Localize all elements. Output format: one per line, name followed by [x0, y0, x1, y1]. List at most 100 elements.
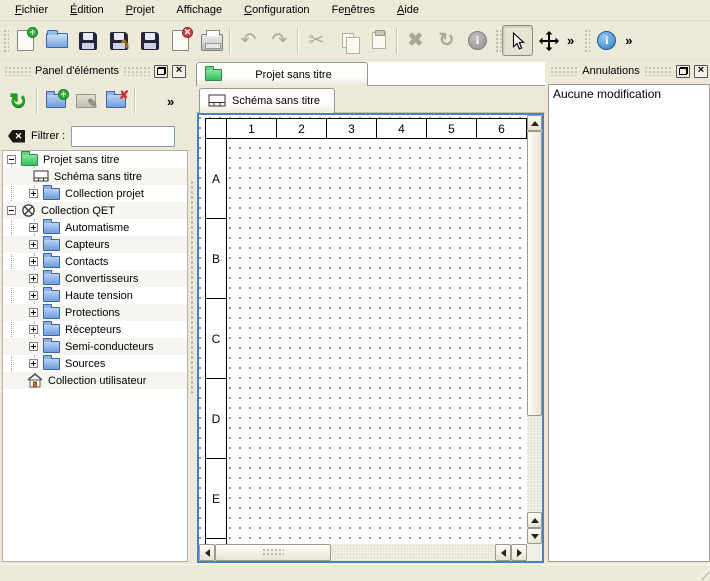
titlebar-texture: [644, 66, 672, 76]
grid-column-header: 6: [476, 118, 527, 139]
scroll-up-button-2[interactable]: [527, 512, 542, 528]
open-project-button[interactable]: [41, 25, 72, 56]
scroll-up-button[interactable]: [527, 115, 542, 131]
close-panel-button[interactable]: ×: [694, 65, 708, 78]
redo-button[interactable]: ↷: [264, 25, 295, 56]
expand-icon[interactable]: [29, 274, 38, 283]
vertical-scrollbar[interactable]: [527, 115, 542, 544]
paste-button[interactable]: [363, 25, 394, 56]
expand-icon[interactable]: [29, 325, 38, 334]
open-folder-icon: [46, 33, 68, 48]
scroll-left-button[interactable]: [199, 544, 215, 561]
save-as-button[interactable]: ✎: [103, 25, 134, 56]
undo-button[interactable]: ↶: [233, 25, 264, 56]
tree-item-projet-sans-titre[interactable]: Projet sans titre: [3, 151, 187, 168]
clear-filter-icon[interactable]: ✕: [8, 130, 25, 143]
menu-edition[interactable]: Édition: [59, 2, 115, 18]
menu-projet[interactable]: Projet: [115, 2, 166, 18]
rotate-button[interactable]: ↻: [431, 25, 462, 56]
tree-item-collection-qet[interactable]: Collection QET: [3, 202, 187, 219]
close-file-button[interactable]: ✕: [165, 25, 196, 56]
reload-collections-button[interactable]: ↻: [4, 86, 32, 116]
expand-icon[interactable]: [29, 308, 38, 317]
pan-mode-button[interactable]: [533, 25, 564, 56]
left-splitter[interactable]: [189, 62, 196, 562]
tree-item-semi-conducteurs[interactable]: Semi-conducteurs: [3, 338, 187, 355]
new-document-button[interactable]: +: [10, 25, 41, 56]
left-arrow-icon: [501, 549, 506, 557]
float-panel-button[interactable]: [154, 65, 168, 78]
undo-history-list[interactable]: Aucune modification: [548, 84, 710, 562]
tree-item-recepteurs[interactable]: Récepteurs: [3, 321, 187, 338]
horizontal-scrollbar[interactable]: [199, 544, 527, 561]
expand-icon[interactable]: [29, 359, 38, 368]
delete-category-button[interactable]: ✘: [102, 86, 130, 116]
red-x-icon: ✘: [119, 88, 129, 102]
collapse-icon[interactable]: [7, 206, 16, 215]
toolbar-drag-handle[interactable]: [583, 28, 590, 54]
new-category-button[interactable]: +: [42, 86, 70, 116]
copy-button[interactable]: [332, 25, 363, 56]
tree-item-automatisme[interactable]: Automatisme: [3, 219, 187, 236]
float-panel-button[interactable]: [676, 65, 690, 78]
resize-grip[interactable]: [696, 567, 709, 580]
close-panel-button[interactable]: ×: [172, 65, 186, 78]
tab-schema-sans-titre[interactable]: Schéma sans titre: [199, 88, 335, 113]
schema-icon: [33, 170, 49, 183]
scroll-down-button[interactable]: [527, 528, 542, 544]
vertical-scrollbar-thumb[interactable]: [527, 131, 542, 416]
undo-panel-titlebar[interactable]: Annulations ×: [548, 62, 710, 80]
tree-item-capteurs[interactable]: Capteurs: [3, 236, 187, 253]
splitter-handle: [190, 180, 195, 395]
horizontal-scrollbar-thumb[interactable]: [215, 544, 331, 561]
close-icon: ×: [176, 65, 182, 76]
menu-fichier[interactable]: Fichier: [4, 2, 59, 18]
expand-icon[interactable]: [29, 257, 38, 266]
home-icon: [27, 373, 43, 388]
tree-item-convertisseurs[interactable]: Convertisseurs: [3, 270, 187, 287]
expand-icon[interactable]: [29, 223, 38, 232]
expand-icon[interactable]: [29, 189, 38, 198]
tree-item-collection-utilisateur[interactable]: Collection utilisateur: [3, 372, 187, 389]
toolbar-overflow-chevron[interactable]: »: [622, 33, 635, 48]
toolbar-drag-handle[interactable]: [2, 28, 9, 54]
print-button[interactable]: [196, 25, 227, 56]
tree-item-contacts[interactable]: Contacts: [3, 253, 187, 270]
tree-item-sources[interactable]: Sources: [3, 355, 187, 372]
toolbar-overflow-chevron[interactable]: »: [564, 33, 577, 48]
panel-overflow-chevron[interactable]: »: [164, 94, 177, 109]
expand-icon[interactable]: [29, 342, 38, 351]
scroll-left-button-2[interactable]: [495, 544, 511, 561]
diagram-view: 1 2 3 4 5 6 A B C D E: [197, 113, 544, 563]
undo-list-item[interactable]: Aucune modification: [553, 87, 705, 101]
selection-mode-button[interactable]: [502, 25, 533, 56]
grid-column-header: 3: [326, 118, 377, 139]
blue-folder-icon: [43, 188, 60, 200]
elements-panel-titlebar[interactable]: Panel d'éléments ×: [2, 62, 188, 80]
filter-input[interactable]: [71, 126, 175, 147]
menu-configuration[interactable]: Configuration: [233, 2, 320, 18]
menu-fenetres[interactable]: Fenêtres: [321, 2, 386, 18]
expand-icon[interactable]: [29, 291, 38, 300]
blue-folder-icon: [43, 324, 60, 336]
tree-item-collection-projet[interactable]: Collection projet: [3, 185, 187, 202]
menu-affichage[interactable]: Affichage: [165, 2, 233, 18]
toolbar-drag-handle[interactable]: [494, 28, 501, 54]
tree-item-protections[interactable]: Protections: [3, 304, 187, 321]
edit-category-button[interactable]: ✎: [72, 86, 100, 116]
save-button[interactable]: [72, 25, 103, 56]
tab-projet-sans-titre[interactable]: Projet sans titre: [196, 62, 368, 86]
tree-item-schema-sans-titre[interactable]: Schéma sans titre: [3, 168, 187, 185]
collapse-icon[interactable]: [7, 155, 16, 164]
edit-information-button[interactable]: i: [462, 25, 493, 56]
undo-panel-title: Annulations: [582, 65, 640, 77]
delete-button[interactable]: ✖: [400, 25, 431, 56]
scroll-right-button[interactable]: [511, 544, 527, 561]
about-qet-button[interactable]: i: [591, 25, 622, 56]
diagram-canvas[interactable]: 1 2 3 4 5 6 A B C D E: [199, 115, 527, 544]
save-all-button[interactable]: [134, 25, 165, 56]
tree-item-haute-tension[interactable]: Haute tension: [3, 287, 187, 304]
menu-aide[interactable]: Aide: [386, 2, 430, 18]
expand-icon[interactable]: [29, 240, 38, 249]
cut-button[interactable]: ✂: [301, 25, 332, 56]
